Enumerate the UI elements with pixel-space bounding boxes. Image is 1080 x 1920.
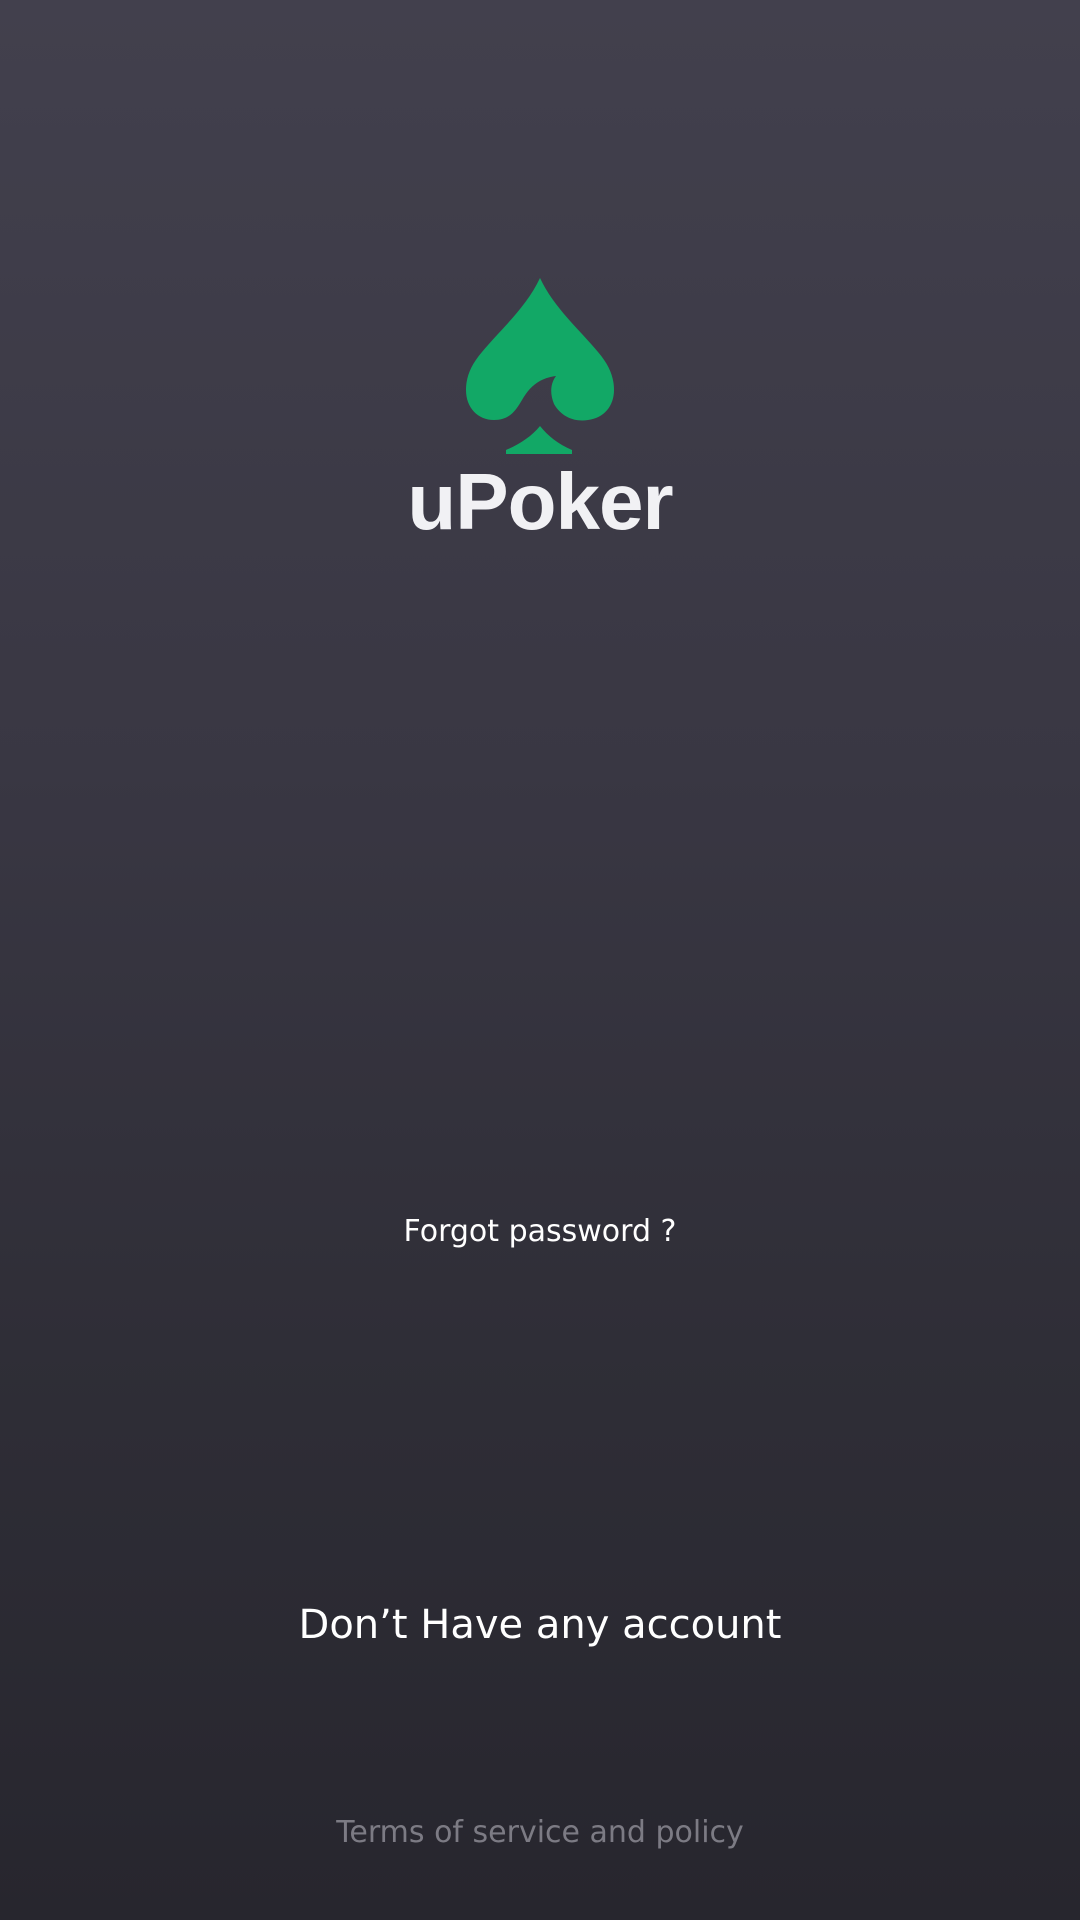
- login-screen: uPoker Forgot password ? Don’t Have any …: [0, 0, 1080, 1920]
- terms-of-service-link[interactable]: Terms of service and policy: [0, 1815, 1080, 1850]
- no-account-link[interactable]: Don’t Have any account: [0, 1602, 1080, 1648]
- app-logo: uPoker: [0, 278, 1080, 542]
- app-title: uPoker: [407, 457, 673, 546]
- spade-icon: [466, 278, 614, 454]
- forgot-password-link[interactable]: Forgot password ?: [0, 1214, 1080, 1249]
